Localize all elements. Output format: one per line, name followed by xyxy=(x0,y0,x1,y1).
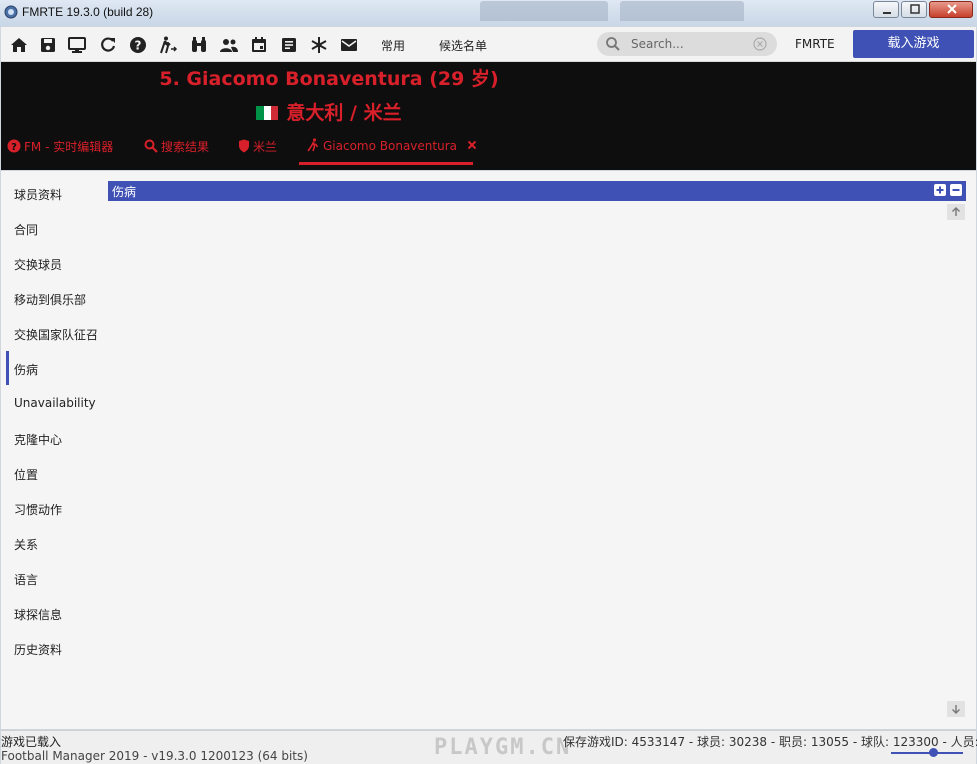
close-icon xyxy=(947,4,957,14)
background-window-tabs xyxy=(480,0,870,24)
add-button[interactable] xyxy=(934,184,946,196)
scroll-down-button[interactable] xyxy=(947,701,965,717)
sidebar-item-clone-center[interactable]: 克隆中心 xyxy=(14,431,62,448)
watermark: PLAYGM.CN xyxy=(434,735,572,760)
product-name: FMRTE xyxy=(795,37,835,51)
sidebar-item-ppms[interactable]: 习惯动作 xyxy=(14,501,62,518)
sidebar-item-contract[interactable]: 合同 xyxy=(14,221,38,238)
search-input[interactable]: Search... xyxy=(597,32,777,56)
scroll-up-button[interactable] xyxy=(947,204,965,220)
injuries-section-header: 伤病 xyxy=(108,181,966,201)
title-bar: FMRTE 19.3.0 (build 28) xyxy=(0,0,977,26)
binoculars-icon[interactable] xyxy=(189,35,209,55)
arrow-down-icon xyxy=(952,705,960,714)
snowflake-icon[interactable] xyxy=(309,35,329,55)
sidebar-item-injuries[interactable]: 伤病 xyxy=(14,361,38,378)
sidebar-item-player-info[interactable]: 球员资料 xyxy=(14,186,62,203)
italy-flag-icon xyxy=(256,103,279,120)
remove-button[interactable] xyxy=(950,184,962,196)
mail-icon[interactable] xyxy=(339,35,359,55)
sidebar-item-languages[interactable]: 语言 xyxy=(14,571,38,588)
search-placeholder: Search... xyxy=(631,37,684,51)
sidebar-item-unavailability[interactable]: Unavailability xyxy=(14,396,96,410)
tab-player-bonaventura[interactable]: Giacomo Bonaventura xyxy=(306,138,480,160)
zoom-slider-handle[interactable] xyxy=(929,748,938,757)
app-logo-icon xyxy=(4,5,18,19)
sidebar-active-indicator xyxy=(6,351,9,385)
window-title: FMRTE 19.3.0 (build 28) xyxy=(22,5,154,19)
shield-icon xyxy=(239,139,249,153)
runner-icon xyxy=(307,138,319,152)
monitor-icon[interactable] xyxy=(67,35,87,55)
player-header: 5. Giacomo Bonaventura (29 岁) 意大利 / 米兰 ?… xyxy=(1,62,976,170)
player-title: 5. Giacomo Bonaventura (29 岁) xyxy=(159,68,499,90)
sidebar-item-swap-player[interactable]: 交换球员 xyxy=(14,256,62,273)
sidebar-item-scout-info[interactable]: 球探信息 xyxy=(14,606,62,623)
minimize-button[interactable] xyxy=(873,1,899,18)
svg-text:?: ? xyxy=(11,142,17,153)
active-tab-indicator xyxy=(299,162,473,165)
plus-icon xyxy=(936,186,944,194)
status-game-loaded: 游戏已载入 xyxy=(1,735,62,749)
home-icon[interactable] xyxy=(9,35,29,55)
status-version: Football Manager 2019 - v19.3.0 1200123 … xyxy=(1,749,308,763)
nationality-club-text[interactable]: 意大利 / 米兰 xyxy=(286,102,401,124)
search-icon xyxy=(144,139,158,153)
tab-search-results[interactable]: 搜索结果 xyxy=(144,138,209,160)
clear-search-icon[interactable] xyxy=(753,37,767,51)
notes-icon[interactable] xyxy=(279,35,299,55)
svg-text:?: ? xyxy=(135,39,142,53)
calendar-icon[interactable] xyxy=(249,35,269,55)
close-tab-icon[interactable] xyxy=(467,140,477,150)
close-window-button[interactable] xyxy=(929,1,973,18)
status-bar: 游戏已载入 Football Manager 2019 - v19.3.0 12… xyxy=(1,730,977,764)
help-circle-icon: ? xyxy=(7,139,21,153)
load-game-button[interactable]: 载入游戏 xyxy=(853,30,974,58)
save-icon[interactable] xyxy=(38,35,58,55)
zoom-slider-track[interactable] xyxy=(891,752,963,754)
people-icon[interactable] xyxy=(219,35,239,55)
main-content: 球员资料 合同 交换球员 移动到俱乐部 交换国家队征召 伤病 Unavailab… xyxy=(1,171,976,729)
sidebar-item-history[interactable]: 历史资料 xyxy=(14,641,62,658)
section-title: 伤病 xyxy=(112,185,137,199)
sidebar-item-swap-national-callup[interactable]: 交换国家队征召 xyxy=(14,326,98,343)
maximize-button[interactable] xyxy=(901,1,927,18)
player-nationality-club: 意大利 / 米兰 xyxy=(1,98,657,125)
tab-club-milan[interactable]: 米兰 xyxy=(238,138,277,160)
minus-icon xyxy=(952,189,960,191)
menu-common[interactable]: 常用 xyxy=(381,37,405,54)
search-icon xyxy=(606,37,620,51)
minimize-icon xyxy=(883,12,891,14)
arrow-up-icon xyxy=(952,207,960,216)
status-save-stats: 保存游戏ID: 4533147 - 球员: 30238 - 职员: 13055 … xyxy=(563,735,977,749)
toolbar: ? 常用 候选名单 Search... FMRTE 载入游戏 xyxy=(1,27,976,62)
help-icon[interactable]: ? xyxy=(128,35,148,55)
player-move-icon[interactable] xyxy=(158,35,178,55)
app-window: FMRTE 19.3.0 (build 28) ? 常用 候选名单 Search… xyxy=(0,0,977,764)
sidebar-item-relationships[interactable]: 关系 xyxy=(14,536,38,553)
sidebar-item-move-to-club[interactable]: 移动到俱乐部 xyxy=(14,291,86,308)
sidebar-item-positions[interactable]: 位置 xyxy=(14,466,38,483)
tab-fm-live-editor[interactable]: ? FM - 实时编辑器 xyxy=(7,138,113,160)
menu-shortlist[interactable]: 候选名单 xyxy=(439,37,487,54)
refresh-icon[interactable] xyxy=(98,35,118,55)
maximize-icon xyxy=(910,4,920,14)
